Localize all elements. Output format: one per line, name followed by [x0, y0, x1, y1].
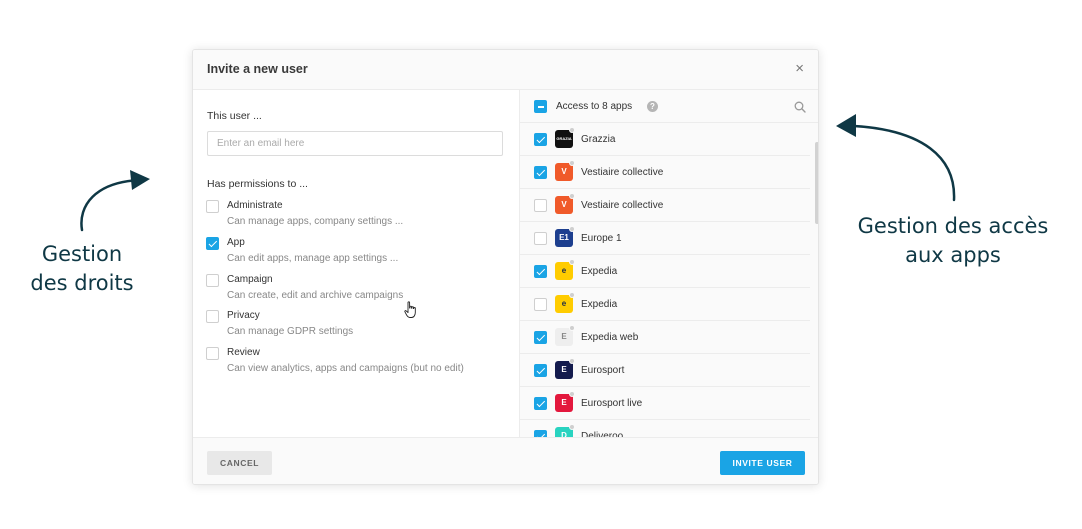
permission-name: Privacy [227, 310, 260, 322]
help-icon[interactable]: ? [647, 101, 658, 112]
app-checkbox[interactable] [534, 331, 547, 344]
app-name: Expedia [581, 266, 618, 277]
app-name: Expedia web [581, 332, 639, 343]
permission-name: Review [227, 347, 260, 359]
app-checkbox[interactable] [534, 166, 547, 179]
app-row[interactable]: E Eurosport [520, 354, 810, 387]
app-row[interactable]: E Eurosport live [520, 387, 810, 420]
app-row[interactable]: V Vestiaire collective [520, 156, 810, 189]
permission-description: Can edit apps, manage app settings ... [227, 252, 399, 264]
permission-name: Administrate [227, 200, 283, 211]
app-checkbox[interactable] [534, 430, 547, 437]
app-row[interactable]: E Expedia web [520, 321, 810, 354]
annotation-permissions: Gestion des droits [14, 240, 150, 298]
permission-description: Can manage GDPR settings [227, 326, 354, 338]
annotation-right-line1: Gestion des accès [857, 214, 1049, 238]
permission-name: App [227, 236, 245, 248]
apps-header: Access to 8 apps ? [520, 90, 818, 123]
app-platform-badge [569, 226, 575, 232]
app-checkbox[interactable] [534, 265, 547, 278]
hand-cursor-icon [404, 301, 416, 318]
permissions-panel: This user ... Has permissions to ... Adm… [193, 90, 519, 437]
app-checkbox[interactable] [534, 364, 547, 377]
permission-description: Can create, edit and archive campaigns [227, 289, 404, 301]
permission-checkbox[interactable] [206, 200, 219, 213]
app-platform-badge [569, 325, 575, 331]
app-row[interactable]: e Expedia [520, 255, 810, 288]
permission-checkbox[interactable] [206, 347, 219, 361]
app-row[interactable]: V Vestiaire collective [520, 189, 810, 222]
annotation-right-line2: aux apps [905, 243, 1001, 267]
app-name: Grazzia [581, 134, 616, 145]
app-name: Vestiaire collective [581, 167, 664, 178]
annotation-arrow-right [836, 114, 956, 202]
app-platform-badge [569, 292, 575, 298]
app-name: Expedia [581, 299, 618, 310]
app-platform-badge [569, 424, 575, 430]
permission-description: Can manage apps, company settings ... [227, 216, 404, 227]
permissions-label: Has permissions to ... [207, 178, 308, 190]
permission-checkbox[interactable] [206, 310, 219, 324]
app-row[interactable]: GRAZIA Grazzia [520, 123, 810, 156]
app-platform-badge [569, 358, 575, 364]
app-platform-badge [569, 193, 575, 199]
search-icon[interactable] [794, 101, 806, 113]
permission-checkbox[interactable] [206, 236, 219, 250]
app-platform-badge [569, 127, 575, 133]
annotation-left-line2: des droits [30, 271, 134, 295]
invite-user-button[interactable]: INVITE USER [720, 451, 805, 475]
app-row[interactable]: E1 Europe 1 [520, 222, 810, 255]
annotation-app-access: Gestion des accès aux apps [842, 212, 1064, 270]
apps-access-count: Access to 8 apps [556, 101, 633, 112]
modal-header: Invite a new user × [193, 50, 818, 90]
annotation-arrow-left [80, 170, 150, 232]
permission-name: Campaign [227, 273, 273, 285]
app-checkbox[interactable] [534, 133, 547, 146]
app-row[interactable]: e Expedia [520, 288, 810, 321]
app-platform-badge [569, 391, 575, 397]
app-row[interactable]: D Deliveroo [520, 420, 810, 437]
permission-checkbox[interactable] [206, 273, 219, 287]
apps-scrollbar[interactable] [815, 142, 818, 224]
app-checkbox[interactable] [534, 232, 547, 245]
app-name: Eurosport [581, 365, 625, 376]
cancel-button[interactable]: CANCEL [207, 451, 272, 475]
app-name: Eurosport live [581, 398, 643, 409]
annotation-left-line1: Gestion [41, 242, 123, 266]
app-checkbox[interactable] [534, 199, 547, 212]
close-icon[interactable]: × [795, 61, 804, 77]
app-platform-badge [569, 160, 575, 166]
app-platform-badge [569, 259, 575, 265]
modal-footer: CANCEL INVITE USER [193, 437, 818, 484]
app-checkbox[interactable] [534, 397, 547, 410]
app-name: Europe 1 [581, 233, 622, 244]
invite-user-modal: Invite a new user × This user ... Has pe… [192, 49, 819, 485]
user-section-label: This user ... [207, 110, 262, 122]
app-checkbox[interactable] [534, 298, 547, 311]
apps-panel: Access to 8 apps ? GRAZIA Grazzia V Vestiai… [519, 90, 818, 437]
select-all-apps-checkbox[interactable] [534, 100, 547, 113]
app-name: Vestiaire collective [581, 200, 664, 211]
modal-title: Invite a new user [207, 62, 308, 76]
permission-description: Can view analytics, apps and campaigns (… [227, 363, 464, 375]
email-input[interactable] [207, 131, 503, 156]
